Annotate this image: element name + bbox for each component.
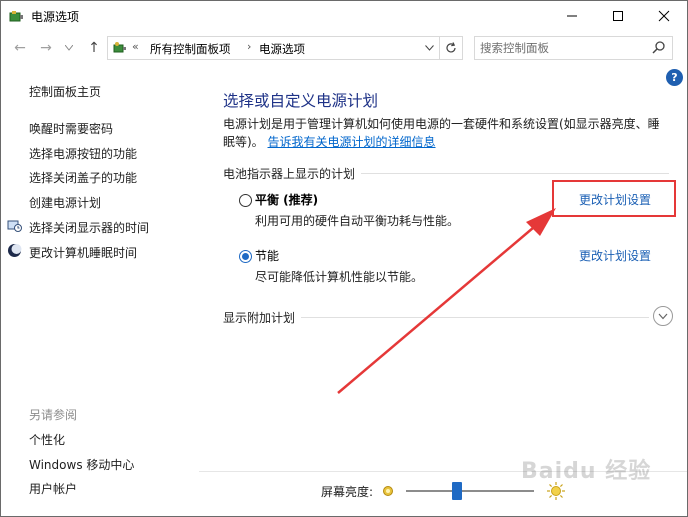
breadcrumb-all-items[interactable]: 所有控制面板项 — [150, 41, 231, 57]
forward-button[interactable]: → — [37, 39, 55, 57]
additional-plans-header[interactable]: 显示附加计划 — [223, 309, 649, 326]
sidebar-item-lid-close[interactable]: 选择关闭盖子的功能 — [29, 169, 137, 186]
search-icon[interactable] — [651, 40, 667, 56]
overflow-chevron[interactable]: « — [132, 40, 139, 53]
change-plan-settings-power-saver[interactable]: 更改计划设置 — [579, 247, 651, 264]
learn-more-link[interactable]: 告诉我有关电源计划的详细信息 — [268, 135, 436, 149]
display-timer-icon — [7, 220, 22, 232]
radio-balanced[interactable] — [239, 194, 252, 207]
back-button[interactable]: ← — [11, 39, 29, 57]
annotation-highlight-box — [552, 180, 676, 217]
brightness-slider-track[interactable] — [406, 490, 534, 492]
power-options-window: 电源选项 ← → ↑ « 所有控制面板项 › 电源选项 搜索控制面板 ? 控制面… — [0, 0, 688, 517]
control-panel-icon — [113, 42, 126, 53]
sidebar-control-panel-home[interactable]: 控制面板主页 — [29, 83, 101, 100]
expand-additional-plans-button[interactable] — [653, 306, 673, 326]
power-options-icon — [9, 11, 23, 22]
minimize-icon — [567, 15, 577, 17]
maximize-button[interactable] — [595, 1, 641, 31]
search-input[interactable] — [480, 39, 645, 56]
plan-balanced-desc: 利用可用的硬件自动平衡功耗与性能。 — [255, 214, 460, 228]
chevron-down-icon — [65, 45, 73, 51]
address-bar[interactable]: « 所有控制面板项 › 电源选项 — [107, 36, 463, 60]
plans-section-label: 电池指示器上显示的计划 — [223, 165, 362, 182]
plan-power-saver-desc: 尽可能降低计算机性能以节能。 — [255, 270, 424, 284]
address-history-dropdown[interactable] — [419, 37, 439, 59]
dim-sun-icon — [383, 486, 393, 496]
maximize-icon — [613, 11, 623, 21]
plans-section-header: 电池指示器上显示的计划 — [223, 165, 669, 182]
navigation-bar: ← → ↑ « 所有控制面板项 › 电源选项 — [1, 34, 687, 62]
baidu-watermark: Baidu 经验 — [521, 459, 652, 484]
radio-power-saver[interactable] — [239, 250, 252, 263]
sidebar-item-create-plan[interactable]: 创建电源计划 — [29, 194, 101, 211]
sidebar-item-sleep-time[interactable]: 更改计算机睡眠时间 — [29, 244, 137, 261]
sidebar-item-power-buttons[interactable]: 选择电源按钮的功能 — [29, 145, 137, 162]
plan-balanced-name[interactable]: 平衡 (推荐) — [255, 191, 318, 208]
breadcrumb-power-options[interactable]: 电源选项 — [259, 41, 305, 57]
page-title: 选择或自定义电源计划 — [223, 92, 379, 110]
brightness-slider-thumb[interactable] — [452, 482, 463, 500]
chevron-down-icon — [424, 45, 434, 51]
brightness-label: 屏幕亮度: — [321, 485, 374, 499]
additional-plans-label[interactable]: 显示附加计划 — [223, 309, 302, 326]
window-title: 电源选项 — [31, 10, 80, 24]
close-button[interactable] — [641, 1, 687, 31]
title-bar: 电源选项 — [1, 1, 687, 31]
refresh-button[interactable] — [439, 37, 462, 59]
sidebar-item-display-off[interactable]: 选择关闭显示器的时间 — [29, 219, 149, 236]
up-arrow-icon: ↑ — [88, 40, 100, 56]
refresh-icon — [446, 42, 456, 53]
search-box[interactable] — [474, 36, 673, 60]
minimize-button[interactable] — [549, 1, 595, 31]
plan-power-saver-name[interactable]: 节能 — [255, 247, 279, 264]
breadcrumb-separator: › — [247, 40, 252, 53]
see-also-user-accounts[interactable]: 用户帐户 — [29, 480, 77, 497]
help-button[interactable]: ? — [666, 69, 683, 86]
chevron-down-icon — [658, 313, 668, 319]
see-also-heading: 另请参阅 — [29, 408, 78, 422]
up-button[interactable]: ↑ — [85, 39, 103, 57]
sidebar-item-wake-password[interactable]: 唤醒时需要密码 — [29, 120, 113, 137]
see-also-mobility-center[interactable]: Windows 移动中心 — [29, 456, 134, 473]
page-description: 电源计划是用于管理计算机如何使用电源的一套硬件和系统设置(如显示器亮度、睡眠等)… — [223, 115, 663, 151]
back-arrow-icon: ← — [14, 40, 26, 56]
close-icon — [658, 10, 670, 22]
sleep-moon-icon — [8, 244, 22, 257]
see-also-personalization[interactable]: 个性化 — [29, 431, 65, 448]
recent-locations-button[interactable] — [63, 39, 75, 57]
forward-arrow-icon: → — [40, 40, 52, 56]
